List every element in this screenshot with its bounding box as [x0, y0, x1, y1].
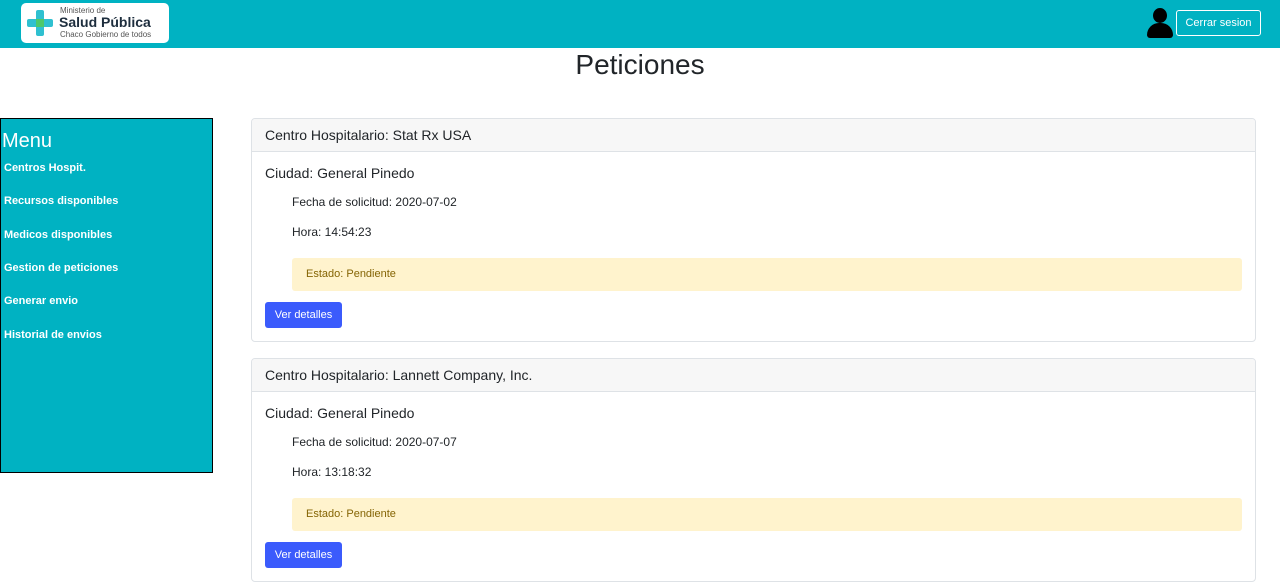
logo-line-2: Salud Pública — [59, 14, 151, 30]
card-header-hospital: Centro Hospitalario: Lannett Company, In… — [252, 359, 1255, 392]
status-alert: Estado: Pendiente — [292, 258, 1242, 291]
request-date: Fecha de solicitud: 2020-07-07 — [292, 435, 457, 449]
logo-line-3: Chaco Gobierno de todos — [60, 30, 152, 39]
navbar: Ministerio de Salud Pública Chaco Gobier… — [0, 0, 1280, 48]
city-label: Ciudad: General Pinedo — [265, 405, 415, 421]
menu-title: Menu — [2, 130, 53, 152]
request-time: Hora: 14:54:23 — [292, 225, 372, 239]
medical-cross-icon — [27, 10, 53, 36]
sidebar-item-medicos-disponibles[interactable]: Medicos disponibles — [4, 229, 112, 241]
view-details-button[interactable]: Ver detalles — [265, 542, 342, 568]
status-alert: Estado: Pendiente — [292, 498, 1242, 531]
request-date: Fecha de solicitud: 2020-07-02 — [292, 195, 457, 209]
sidebar-item-centros-hospit[interactable]: Centros Hospit. — [4, 162, 86, 174]
city-label: Ciudad: General Pinedo — [265, 165, 415, 181]
sidebar-item-recursos-disponibles[interactable]: Recursos disponibles — [4, 195, 118, 207]
request-time: Hora: 13:18:32 — [292, 465, 372, 479]
sidebar-item-generar-envio[interactable]: Generar envio — [4, 295, 78, 307]
sidebar-item-gestion-peticiones[interactable]: Gestion de peticiones — [4, 262, 118, 274]
sidebar-menu: Menu Centros Hospit. Recursos disponible… — [0, 118, 213, 473]
user-icon[interactable] — [1146, 8, 1174, 38]
request-card: Centro Hospitalario: Stat Rx USA Ciudad:… — [251, 118, 1256, 342]
ministry-logo[interactable]: Ministerio de Salud Pública Chaco Gobier… — [21, 3, 169, 43]
page-title: Peticiones — [575, 49, 705, 80]
card-header-hospital: Centro Hospitalario: Stat Rx USA — [252, 119, 1255, 152]
logout-button[interactable]: Cerrar sesion — [1176, 10, 1261, 36]
request-card: Centro Hospitalario: Lannett Company, In… — [251, 358, 1256, 582]
sidebar-item-historial-envios[interactable]: Historial de envios — [4, 329, 102, 341]
view-details-button[interactable]: Ver detalles — [265, 302, 342, 328]
